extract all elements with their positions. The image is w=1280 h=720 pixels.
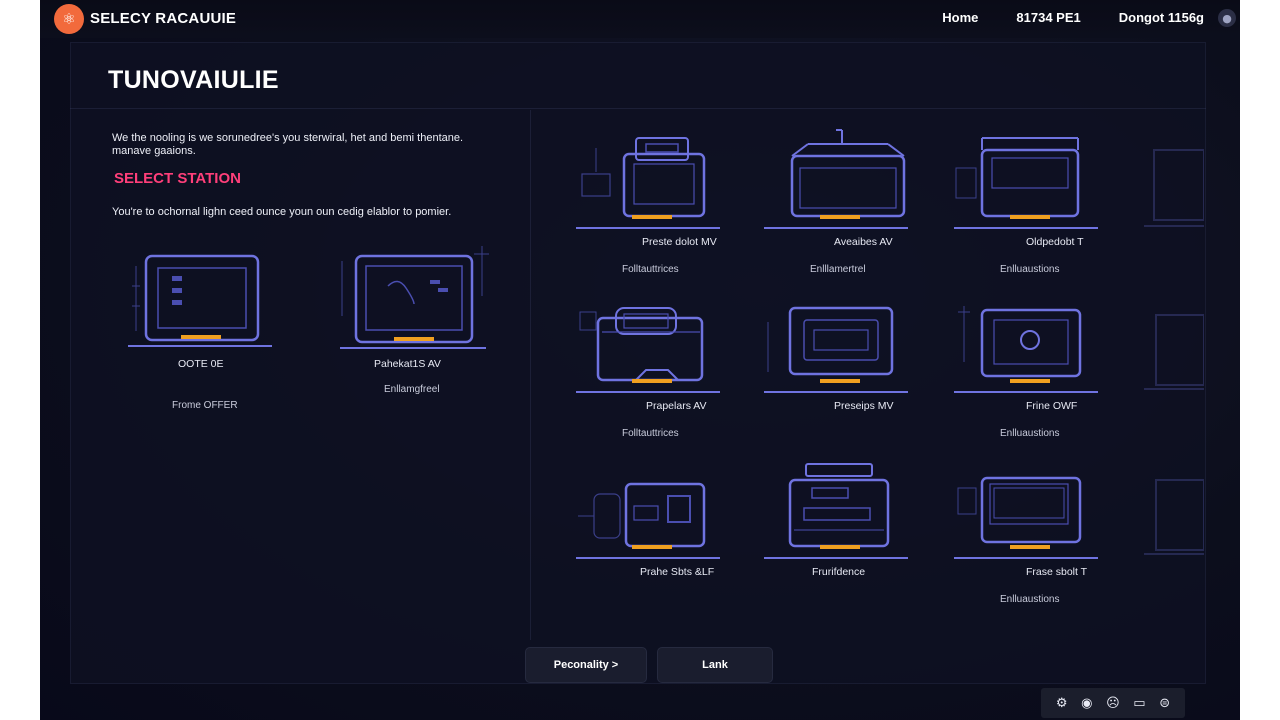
page-title: TUNOVAIULIE [108, 66, 279, 94]
station-card[interactable]: Frine OWF Enlluaustions [954, 292, 1104, 442]
personality-button[interactable]: Peconality > [525, 647, 647, 683]
station-monitor-icon [576, 482, 720, 559]
user-icon[interactable]: ● [1218, 9, 1236, 27]
station-name: Prapelars AV [646, 400, 707, 412]
station-tag: Enlluaustions [1000, 594, 1060, 605]
station-monitor-icon [954, 306, 1098, 393]
station-card[interactable]: Oldpedobt T Enlluaustions [954, 128, 1104, 278]
monitor-icon[interactable]: ▭ [1133, 696, 1145, 711]
emoji-icon[interactable]: ☹ [1106, 696, 1120, 711]
top-nav: Home 81734 PE1 Dongot 1156g [942, 10, 1204, 25]
instruction-text: You're to ochornal lighn ceed ounce youn… [112, 206, 452, 218]
station-tag: Enlluaustions [1000, 264, 1060, 275]
controller-icon[interactable]: ◉ [1081, 696, 1092, 711]
featured-station-2[interactable]: Pahekat1S AV Enllamgfreel [334, 236, 494, 406]
station-monitor-icon [128, 254, 272, 347]
station-name: Frase sbolt T [1026, 566, 1088, 578]
top-bar: ⚛ SELECY RACAUUIE Home 81734 PE1 Dongot … [40, 0, 1240, 38]
logo-icon[interactable]: ⚛ [54, 4, 84, 34]
column-divider [530, 110, 531, 640]
nav-home[interactable]: Home [942, 10, 978, 25]
intro-text: We the nooling is we sorunedree's you st… [112, 132, 464, 157]
station-tag: Enlllamertrel [810, 264, 866, 275]
station-monitor-icon [576, 307, 720, 393]
station-name: Frine OWF [1026, 400, 1078, 412]
station-name: Pahekat1S AV [374, 358, 441, 370]
station-tag: Folltauttrices [622, 264, 679, 275]
station-card[interactable]: Preste dolot MV Folltauttrices [576, 128, 726, 278]
station-monitor-icon [954, 137, 1098, 229]
ghost-station-3 [1144, 470, 1205, 564]
station-card[interactable]: Preseips MV [764, 292, 914, 442]
header-divider [70, 108, 1206, 109]
app-frame: ⚛ SELECY RACAUUIE Home 81734 PE1 Dongot … [40, 0, 1240, 720]
station-name: OOTE 0E [178, 358, 224, 370]
station-card[interactable]: Prapelars AV Folltauttrices [576, 292, 726, 442]
settings-icon[interactable]: ⚙ [1056, 696, 1068, 711]
station-tag: Folltauttrices [622, 428, 679, 439]
ghost-station-1 [1144, 140, 1205, 234]
station-card[interactable]: Frase sbolt T Enlluaustions [954, 458, 1104, 608]
brand-name: SELECY RACAUUIE [90, 10, 237, 27]
station-tag: Frome OFFER [172, 400, 238, 411]
station-monitor-icon [764, 306, 908, 393]
station-name: Aveaibes AV [834, 236, 893, 248]
section-title: SELECT STATION [114, 170, 241, 187]
station-name: Preste dolot MV [642, 236, 717, 248]
station-tag: Enllamgfreel [384, 384, 440, 395]
lank-button[interactable]: Lank [657, 647, 773, 683]
station-name: Prahe Sbts &LF [640, 566, 715, 578]
station-monitor-icon [764, 463, 908, 559]
ghost-station-2 [1144, 305, 1205, 399]
station-name: Preseips MV [834, 400, 894, 412]
station-name: Oldpedobt T [1026, 236, 1084, 248]
station-monitor-icon [576, 137, 720, 229]
nav-item-3[interactable]: Dongot 1156g [1119, 10, 1204, 25]
station-monitor-icon [954, 476, 1098, 559]
station-name: Frurifdence [812, 566, 866, 578]
station-monitor-icon [764, 129, 908, 229]
station-tag: Enlluaustions [1000, 428, 1060, 439]
nav-item-2[interactable]: 81734 PE1 [1016, 10, 1080, 25]
station-card[interactable]: Aveaibes AV Enlllamertrel [764, 128, 914, 278]
icon-tray: ⚙ ◉ ☹ ▭ ⊜ [1041, 688, 1185, 718]
station-card[interactable]: Prahe Sbts &LF [576, 458, 726, 608]
station-monitor-icon [340, 246, 489, 349]
station-card[interactable]: Frurifdence [764, 458, 914, 608]
options-icon[interactable]: ⊜ [1159, 696, 1170, 711]
featured-station-1[interactable]: OOTE 0E Frome OFFER [126, 236, 276, 416]
